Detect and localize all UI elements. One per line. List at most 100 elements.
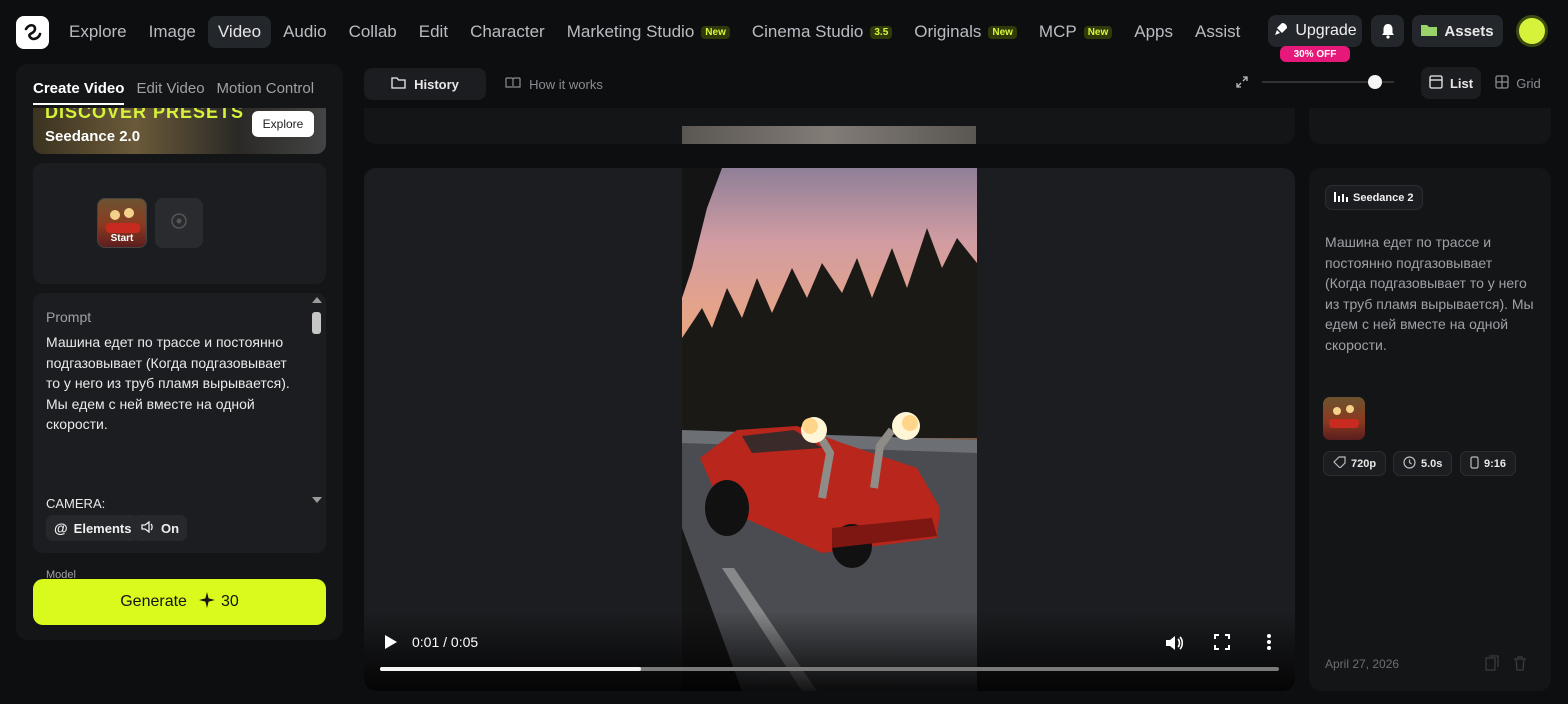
controls-shade	[364, 611, 1295, 691]
nav-item-badge: New	[988, 25, 1017, 39]
tab-edit-video[interactable]: Edit Video	[136, 80, 204, 105]
nav-item-audio[interactable]: Audio	[273, 16, 336, 48]
resolution-icon	[1333, 456, 1346, 471]
explore-button[interactable]: Explore	[252, 111, 314, 137]
more-options-icon[interactable]	[1266, 634, 1272, 655]
play-icon[interactable]	[382, 633, 398, 656]
view-list-button[interactable]: List	[1421, 67, 1481, 99]
nav-item-character[interactable]: Character	[460, 16, 555, 48]
audio-toggle-label: On	[161, 520, 180, 536]
presets-promo-banner[interactable]: DISCOVER PRESETS Seedance 2.0 Explore	[33, 108, 326, 154]
nav-item-video[interactable]: Video	[207, 16, 272, 48]
previous-thumbnail[interactable]	[682, 126, 976, 144]
duration-value: 5.0s	[1421, 457, 1443, 470]
speaker-icon	[141, 520, 155, 536]
nav-item-badge: New	[1083, 25, 1113, 39]
view-grid-button[interactable]: Grid	[1488, 67, 1548, 99]
aspect-ratio-badge: 9:16	[1460, 451, 1517, 476]
add-frame-icon	[171, 212, 187, 234]
nav-item-label: Explore	[69, 22, 127, 41]
elements-label: Elements	[73, 520, 132, 536]
model-badge: Seedance 2	[1325, 185, 1423, 210]
phone-icon	[1470, 455, 1479, 472]
nav-item-badge: 3.5	[870, 25, 893, 39]
nav-item-marketing-studio[interactable]: Marketing Studio New	[557, 16, 740, 48]
upgrade-button[interactable]: Upgrade	[1268, 15, 1362, 47]
fullscreen-icon[interactable]	[1214, 634, 1230, 655]
start-frame-thumbnail[interactable]: Start	[97, 198, 147, 248]
generate-button[interactable]: Generate 30	[33, 579, 326, 625]
promo-model: Seedance 2.0	[45, 128, 141, 145]
nav-item-edit[interactable]: Edit	[409, 16, 458, 48]
frames-box: Start	[33, 163, 326, 284]
user-avatar[interactable]	[1516, 15, 1548, 47]
zoom-slider-handle[interactable]	[1368, 75, 1383, 89]
generate-label: Generate	[120, 593, 187, 610]
nav-item-badge: New	[701, 25, 730, 39]
nav-item-mcp[interactable]: MCP New	[1029, 16, 1122, 48]
playback-time: 0:01 / 0:05	[412, 634, 479, 650]
nav-item-label: Apps	[1134, 22, 1174, 41]
folder-icon	[1421, 23, 1438, 40]
create-panel: Create Video Edit Video Motion Control D…	[16, 64, 343, 640]
audio-toggle-chip[interactable]: On	[133, 515, 188, 541]
tab-motion-control[interactable]: Motion Control	[217, 80, 315, 105]
duration-badge: 5.0s	[1393, 451, 1453, 476]
camera-text: CAMERA:	[46, 496, 106, 511]
app-logo-icon[interactable]	[16, 15, 49, 49]
create-tabs: Create Video Edit Video Motion Control	[16, 64, 343, 105]
generation-date: April 27, 2026	[1325, 657, 1400, 671]
source-image-thumbnail[interactable]	[1323, 397, 1365, 440]
start-frame-label: Start	[110, 233, 134, 244]
model-name: Seedance 2	[1353, 191, 1414, 204]
tab-how-it-works[interactable]: How it works	[493, 68, 615, 100]
nav-item-label: Originals	[914, 22, 982, 41]
assets-button[interactable]: Assets	[1412, 15, 1503, 47]
list-icon	[1429, 74, 1443, 92]
nav-item-label: Image	[148, 22, 196, 41]
previous-generation-card[interactable]	[364, 108, 1295, 144]
history-label: History	[414, 76, 459, 92]
playback-progress-fill	[380, 667, 641, 671]
folder-outline-icon	[391, 76, 406, 92]
grid-label: Grid	[1516, 75, 1541, 91]
grid-icon	[1495, 74, 1509, 92]
nav-item-collab[interactable]: Collab	[339, 16, 407, 48]
nav-item-assist[interactable]: Assist	[1185, 16, 1250, 48]
prompt-box[interactable]: Prompt Машина едет по трассе и постоянно…	[33, 293, 326, 553]
copy-icon[interactable]	[1485, 655, 1501, 673]
nav-item-label: Cinema Studio	[751, 22, 864, 41]
prompt-label: Prompt	[46, 309, 92, 325]
nav-item-image[interactable]: Image	[139, 16, 206, 48]
delete-icon[interactable]	[1513, 655, 1529, 673]
playback-progress-bar[interactable]	[380, 667, 1279, 671]
prompt-scroll-thumb[interactable]	[312, 312, 321, 334]
nav-item-explore[interactable]: Explore	[59, 16, 137, 48]
list-label: List	[1449, 75, 1474, 91]
clock-icon	[1403, 455, 1416, 472]
notifications-bell-icon[interactable]	[1371, 15, 1404, 47]
nav-item-apps[interactable]: Apps	[1124, 16, 1183, 48]
how-it-works-label: How it works	[529, 76, 603, 92]
end-frame-slot[interactable]	[155, 198, 203, 248]
nav-item-label: Marketing Studio	[566, 22, 695, 41]
tab-history[interactable]: History	[364, 68, 486, 100]
nav-item-label: Collab	[348, 22, 397, 41]
elements-chip[interactable]: @ Elements	[46, 515, 140, 541]
expand-icon[interactable]	[1232, 72, 1252, 92]
resolution-value: 720p	[1351, 457, 1377, 470]
nav-item-label: MCP	[1038, 22, 1077, 41]
volume-icon[interactable]	[1164, 634, 1184, 657]
generation-info-panel: Seedance 2 Машина едет по трассе и посто…	[1309, 168, 1551, 691]
nav-items: Explore Image Video Audio Collab Edit Characte…	[59, 16, 1250, 48]
nav-item-originals[interactable]: Originals New	[904, 16, 1027, 48]
aspect-ratio-value: 9:16	[1484, 457, 1507, 470]
nav-item-label: Audio	[283, 22, 327, 41]
discount-badge: 30% OFF	[1280, 46, 1350, 62]
previous-info-card	[1309, 108, 1551, 144]
prompt-textarea[interactable]: Машина едет по трассе и постоянно подгаз…	[46, 332, 301, 435]
video-player[interactable]: 0:01 / 0:05	[364, 168, 1295, 691]
nav-item-cinema-studio[interactable]: Cinema Studio 3.5	[742, 16, 902, 48]
tab-create-video[interactable]: Create Video	[33, 80, 125, 105]
nav-item-label: Video	[217, 22, 262, 41]
